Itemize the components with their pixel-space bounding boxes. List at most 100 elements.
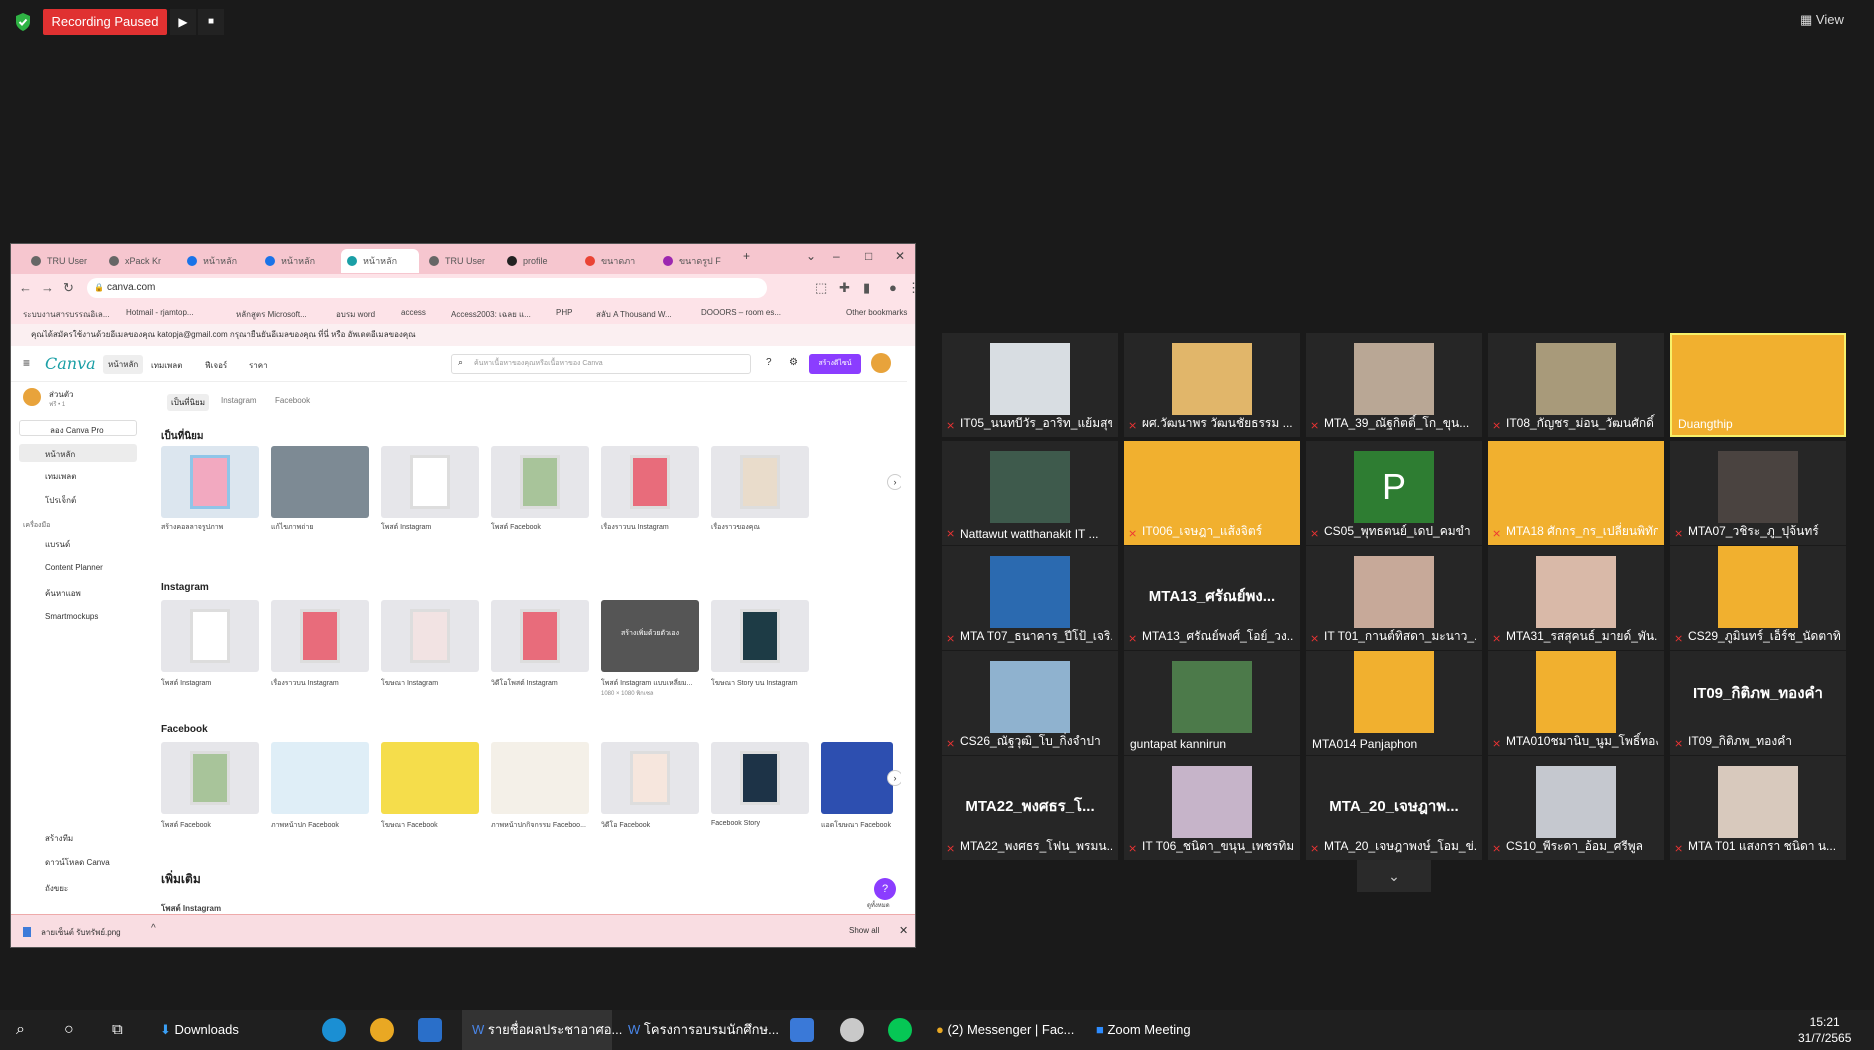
taskbar-downloads[interactable]: ⬇ Downloads bbox=[160, 1020, 239, 1040]
sidebar-item-smartmockups[interactable]: Smartmockups bbox=[45, 612, 98, 621]
view-button[interactable]: ▦ View bbox=[1800, 12, 1844, 28]
participant-tile[interactable]: ⨯ IT08_กัญชร_ม่อน_วัฒนศักดิ์ bbox=[1488, 333, 1664, 437]
bookmark-item[interactable]: Other bookmarks bbox=[846, 308, 907, 317]
bookmark-item[interactable]: PHP bbox=[556, 308, 572, 317]
tab-5-active[interactable]: หน้าหลัก bbox=[341, 249, 419, 273]
participant-tile[interactable]: ⨯ CS29_ภูมินทร์_เอ็ร์ช_นัดตาทิ... bbox=[1670, 546, 1846, 650]
subtab-facebook[interactable]: Facebook bbox=[275, 396, 310, 405]
task-view-icon[interactable]: ⧉ bbox=[112, 1020, 123, 1040]
template-card[interactable] bbox=[161, 742, 259, 814]
next-page-chevron-down-icon[interactable]: ⌄ bbox=[1357, 860, 1431, 892]
create-design-button[interactable]: สร้างดีไซน์ bbox=[809, 354, 861, 374]
participant-tile[interactable]: ⨯ MTA31_รสสุคนธ์_มายด์_พัน... bbox=[1488, 546, 1664, 650]
tab-2[interactable]: xPack Kr bbox=[103, 249, 175, 273]
forward-icon[interactable]: → bbox=[41, 280, 54, 295]
sidebar-item-templates[interactable]: เทมเพลต bbox=[45, 470, 76, 483]
sidebar-item-home[interactable]: หน้าหลัก bbox=[19, 444, 137, 462]
participant-tile[interactable]: ⨯ IT006_เจษฎา_แส้งจิตร์ bbox=[1124, 441, 1300, 545]
sidebar-item-create-team[interactable]: สร้างทีม bbox=[45, 832, 73, 845]
taskbar-word-2[interactable]: W โครงการอบรมนักศึกษ... bbox=[628, 1020, 779, 1040]
bookmark-item[interactable]: ระบบงานสารบรรณอิเล... bbox=[23, 308, 110, 321]
subtab-instagram[interactable]: Instagram bbox=[221, 396, 257, 405]
close-window-icon[interactable]: ✕ bbox=[895, 249, 905, 263]
bookmark-item[interactable]: อบรม word bbox=[336, 308, 375, 321]
sidebar-icon[interactable]: ▮ bbox=[863, 280, 870, 296]
participant-tile[interactable]: ⨯ CS10_พีระดา_อ้อม_ศรีพูล bbox=[1488, 756, 1664, 860]
sidebar-item-apps[interactable]: ค้นหาแอพ bbox=[45, 587, 81, 600]
cortana-icon[interactable]: ○ bbox=[64, 1020, 74, 1040]
canva-logo[interactable]: Canva bbox=[45, 354, 96, 373]
nav-pricing[interactable]: ราคา bbox=[249, 359, 268, 372]
participant-tile[interactable]: guntapat kannirun bbox=[1124, 651, 1300, 755]
template-card[interactable] bbox=[601, 742, 699, 814]
chrome-icon[interactable] bbox=[370, 1018, 394, 1042]
participant-tile[interactable]: MTA014 Panjaphon bbox=[1306, 651, 1482, 755]
participant-tile[interactable]: ⨯ CS26_ณัฐวุฒิ_โบ_กิ่งจำปา bbox=[942, 651, 1118, 755]
downloaded-file-name[interactable]: ลายเซ็นต์ รับทรัพย์.png bbox=[41, 926, 121, 939]
tab-4[interactable]: หน้าหลัก bbox=[259, 249, 331, 273]
taskbar-word-1[interactable]: W รายชื่อผลประชาอาศอ... bbox=[462, 1010, 622, 1050]
sidebar-item-brand[interactable]: แบรนด์ bbox=[45, 538, 70, 551]
template-card[interactable] bbox=[381, 600, 479, 672]
store-icon[interactable] bbox=[418, 1018, 442, 1042]
tab-9[interactable]: ขนาดรูป F bbox=[657, 249, 729, 273]
template-card[interactable] bbox=[381, 446, 479, 518]
taskbar-zoom[interactable]: ■ Zoom Meeting bbox=[1096, 1020, 1191, 1040]
hamburger-icon[interactable]: ≡ bbox=[23, 356, 30, 370]
participant-tile[interactable]: ⨯ IT T06_ชนิดา_ขนุน_เพชรทิม bbox=[1124, 756, 1300, 860]
participant-tile[interactable]: ⨯ IT T01_กานต์ทิสดา_มะนาว_... bbox=[1306, 546, 1482, 650]
bookmark-item[interactable]: Hotmail - rjamtop... bbox=[126, 308, 194, 317]
nav-templates[interactable]: เทมเพลต bbox=[151, 359, 182, 372]
tab-1[interactable]: TRU User bbox=[25, 249, 97, 273]
search-icon[interactable]: ⌕ bbox=[16, 1020, 25, 1040]
sidebar-item-content-planner[interactable]: Content Planner bbox=[45, 563, 103, 572]
template-card[interactable] bbox=[161, 600, 259, 672]
sidebar-item-trash[interactable]: ถังขยะ bbox=[45, 882, 68, 895]
chevron-up-icon[interactable]: ^ bbox=[151, 923, 156, 934]
participant-tile[interactable]: ⨯ MTA07_วชิระ_ภู_ปุจ้นทร์ bbox=[1670, 441, 1846, 545]
nav-features[interactable]: ฟีเจอร์ bbox=[205, 359, 227, 372]
sidebar-item-projects[interactable]: โปรเจ็กต์ bbox=[45, 494, 76, 507]
help-fab-button[interactable]: ? bbox=[874, 878, 896, 900]
participant-tile[interactable]: ⨯ IT05_นนทบีวัร_อาริท_แย้มสุข bbox=[942, 333, 1118, 437]
participant-tile[interactable]: ⨯ MTA T07_ธนาคาร_ปีโป้_เจริ... bbox=[942, 546, 1118, 650]
tab-search-icon[interactable]: ⌄ bbox=[806, 249, 816, 263]
minimize-icon[interactable]: – bbox=[833, 249, 840, 263]
bookmark-item[interactable]: DOOORS – room es... bbox=[701, 308, 781, 317]
participant-tile-active-speaker[interactable]: Duangthip bbox=[1670, 333, 1846, 437]
template-card[interactable] bbox=[271, 446, 369, 518]
try-canva-pro-button[interactable]: ลอง Canva Pro bbox=[19, 420, 137, 436]
template-card[interactable] bbox=[491, 742, 589, 814]
template-card[interactable] bbox=[711, 446, 809, 518]
bookmark-item[interactable]: สลับ A Thousand W... bbox=[596, 308, 672, 321]
participant-tile[interactable]: IT09_กิติภพ_ทองคำ ⨯ IT09_กิติภพ_ทองคำ bbox=[1670, 651, 1846, 755]
maximize-icon[interactable]: □ bbox=[865, 249, 872, 263]
template-card[interactable] bbox=[381, 742, 479, 814]
extensions-icon[interactable]: ⬚ bbox=[815, 280, 827, 296]
bookmark-item[interactable]: หลักสูตร Microsoft... bbox=[236, 308, 307, 321]
template-card[interactable] bbox=[491, 446, 589, 518]
stop-icon[interactable]: ■ bbox=[198, 9, 224, 35]
participant-tile[interactable]: MTA22_พงศธร_โ... ⨯ MTA22_พงศธร_โฟน_พรมน... bbox=[942, 756, 1118, 860]
participant-tile[interactable]: MTA_20_เจษฎาพ... ⨯ MTA_20_เจษฎาพงษ์_โอม_ข่… bbox=[1306, 756, 1482, 860]
template-card[interactable] bbox=[711, 742, 809, 814]
chevron-right-icon[interactable]: › bbox=[887, 474, 901, 490]
participant-tile[interactable]: ⨯ MTA_39_ณัฐกิตติ์_โก_ขุน... bbox=[1306, 333, 1482, 437]
url-field[interactable]: 🔒 canva.com bbox=[87, 278, 767, 298]
profile-avatar-icon[interactable]: ● bbox=[889, 280, 897, 295]
line-icon[interactable] bbox=[888, 1018, 912, 1042]
bookmark-item[interactable]: Access2003: เฉลย แ... bbox=[451, 308, 531, 321]
puzzle-icon[interactable]: ✚ bbox=[839, 280, 850, 296]
system-clock[interactable]: 15:21 31/7/2565 bbox=[1798, 1014, 1851, 1046]
participant-tile[interactable]: ⨯ MTA010ชมานิบ_นูม_โพธิ์ทอง bbox=[1488, 651, 1664, 755]
edge-icon[interactable] bbox=[322, 1018, 346, 1042]
show-all-button[interactable]: Show all bbox=[849, 926, 879, 935]
new-tab-icon[interactable]: + bbox=[743, 249, 750, 263]
template-card[interactable] bbox=[271, 742, 369, 814]
bookmark-item[interactable]: access bbox=[401, 308, 426, 317]
menu-dots-icon[interactable]: ⋮ bbox=[907, 280, 915, 296]
see-all-link[interactable]: ดูทั้งหมด bbox=[867, 900, 897, 910]
subtab-popular[interactable]: เป็นที่นิยม bbox=[167, 394, 209, 411]
app-icon[interactable] bbox=[840, 1018, 864, 1042]
template-card[interactable] bbox=[161, 446, 259, 518]
